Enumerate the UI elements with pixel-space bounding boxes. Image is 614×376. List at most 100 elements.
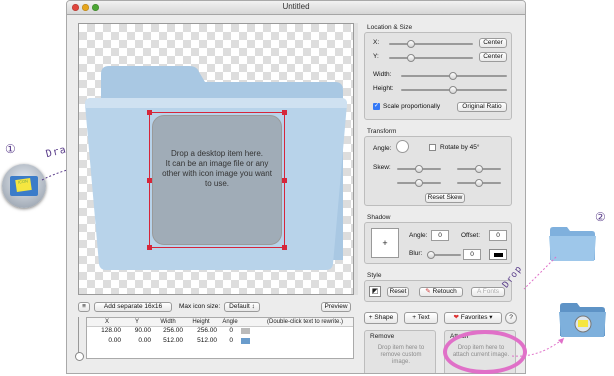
resize-handle-br[interactable] [282,245,287,250]
shadow-angle-label: Angle: [409,232,428,239]
retouch-icon: ✎ [425,288,431,295]
table-row[interactable]: 128.00 90.00 256.00 256.00 0 [87,327,353,336]
icon-canvas[interactable]: Drop a desktop item here. It can be an i… [78,23,354,295]
x-slider-knob[interactable] [407,40,415,48]
shadow-preview[interactable]: + [371,228,399,258]
fonts-icon: A [476,288,481,295]
skew-knob-2[interactable] [475,165,483,173]
transform-group: Angle: Rotate by 45° Skew: Reset Skew [364,136,512,206]
add-text-button[interactable]: + Text [404,312,438,324]
width-slider-knob[interactable] [449,72,457,80]
cell-y[interactable]: 90.00 [121,327,151,334]
shadow-offset-label: Offset: [461,232,481,239]
cell-angle[interactable]: 0 [217,337,233,344]
preview-button[interactable]: Preview [321,302,351,312]
resize-handle-r[interactable] [282,178,287,183]
reset-skew-button[interactable]: Reset Skew [425,193,465,203]
help-button[interactable]: ? [505,312,517,324]
layers-table[interactable]: X Y Width Height Angle (Double-click tex… [86,317,354,359]
cell-angle[interactable]: 0 [217,327,233,334]
sticky-note-text: ICON [17,178,29,185]
height-slider-knob[interactable] [449,86,457,94]
y-slider-track[interactable] [389,57,473,59]
shadow-angle-field[interactable]: 0 [431,230,449,241]
style-title: Style [367,272,382,279]
col-height: Height [192,319,210,325]
cell-x[interactable]: 0.00 [91,337,121,344]
fonts-button[interactable]: A Fonts [471,287,505,297]
rotate-checkbox[interactable] [429,144,436,151]
col-angle: Angle [222,319,238,325]
remove-title: Remove [370,333,395,340]
splitter-knob[interactable] [75,352,84,361]
max-icon-size-label: Max icon size: [179,303,221,310]
col-width: Width [160,319,176,325]
location-size-group: X: Center Y: Center Width: Height: ✓ Sca… [364,32,512,120]
list-toggle-button[interactable]: ≡ [78,302,90,312]
style-color-well[interactable]: ◩ [369,286,381,297]
shadow-plus: + [382,238,388,248]
skew-label: Skew: [373,164,391,171]
y-slider-knob[interactable] [407,54,415,62]
cell-height[interactable]: 256.00 [183,327,217,334]
resize-handle-tl[interactable] [147,110,152,115]
cell-height[interactable]: 512.00 [183,337,217,344]
blur-slider-knob[interactable] [427,251,435,259]
height-label: Height: [373,85,394,92]
favorites-button[interactable]: ❤ Favorites ▾ [444,312,502,324]
scale-checkbox[interactable]: ✓ [373,103,380,110]
y-label: Y: [373,53,379,60]
heart-icon: ❤ [453,314,459,321]
retouch-button[interactable]: ✎ Retouch [419,287,463,297]
skew-knob-1[interactable] [415,165,423,173]
resize-handle-tr[interactable] [282,110,287,115]
y-center-button[interactable]: Center [479,52,507,62]
original-ratio-button[interactable]: Original Ratio [457,102,507,112]
add-shape-button[interactable]: + Shape [364,312,398,324]
favorites-label: Favorites [460,314,488,321]
chevron-down-icon: ▾ [489,314,493,321]
resize-handle-bl[interactable] [147,245,152,250]
add-separate-button[interactable]: Add separate 16x16 [94,302,172,312]
remove-drop-panel[interactable]: Remove Drop item here to remove custom i… [364,330,436,373]
cell-width[interactable]: 256.00 [151,327,183,334]
step1-marker: ① [5,142,16,156]
angle-label: Angle: [373,145,392,152]
shadow-offset-field[interactable]: 0 [489,230,507,241]
skew-knob-3[interactable] [415,179,423,187]
drop-hint-text: Drop a desktop item here. It can be an i… [162,149,272,188]
max-icon-size-value: Default [229,303,250,310]
scale-label: Scale proportionally [383,103,441,110]
max-icon-size-select[interactable]: Default ↕ [224,302,260,312]
table-header: X Y Width Height Angle (Double-click tex… [87,318,353,327]
col-x: X [104,319,109,325]
shadow-title: Shadow [367,214,391,221]
shadow-blur-field[interactable]: 0 [463,249,481,260]
rotate-label: Rotate by 45° [440,144,480,151]
remove-hint: Drop item here to remove custom image. [377,345,425,365]
layer-folder-icon [241,338,250,344]
resize-handle-l[interactable] [147,178,152,183]
shadow-color-well[interactable] [489,249,507,260]
col-y: Y [134,319,139,325]
layer-thumbnail-icon [241,328,250,334]
transform-title: Transform [367,128,397,135]
style-reset-button[interactable]: Reset [387,287,409,297]
width-label: Width: [373,71,392,78]
x-center-button[interactable]: Center [479,38,507,48]
canvas-scrollbar[interactable] [354,23,358,295]
cell-width[interactable]: 512.00 [151,337,183,344]
shadow-group: + Angle: 0 Offset: 0 Blur: 0 [364,222,512,264]
skew-knob-4[interactable] [475,179,483,187]
style-group: ◩ Reset ✎ Retouch A Fonts [364,280,512,302]
cell-x[interactable]: 128.00 [91,327,121,334]
angle-dial[interactable] [396,140,409,153]
selection-box[interactable]: Drop a desktop item here. It can be an i… [147,110,287,250]
table-row[interactable]: 0.00 0.00 512.00 512.00 0 [87,337,353,346]
step2-marker: ② [595,210,606,224]
location-size-title: Location & Size [367,24,413,31]
main-window: Untitled Drop a desktop item here. It ca… [66,0,526,374]
x-slider-track[interactable] [389,43,473,45]
cell-y[interactable]: 0.00 [121,337,151,344]
table-splitter[interactable] [75,317,84,361]
